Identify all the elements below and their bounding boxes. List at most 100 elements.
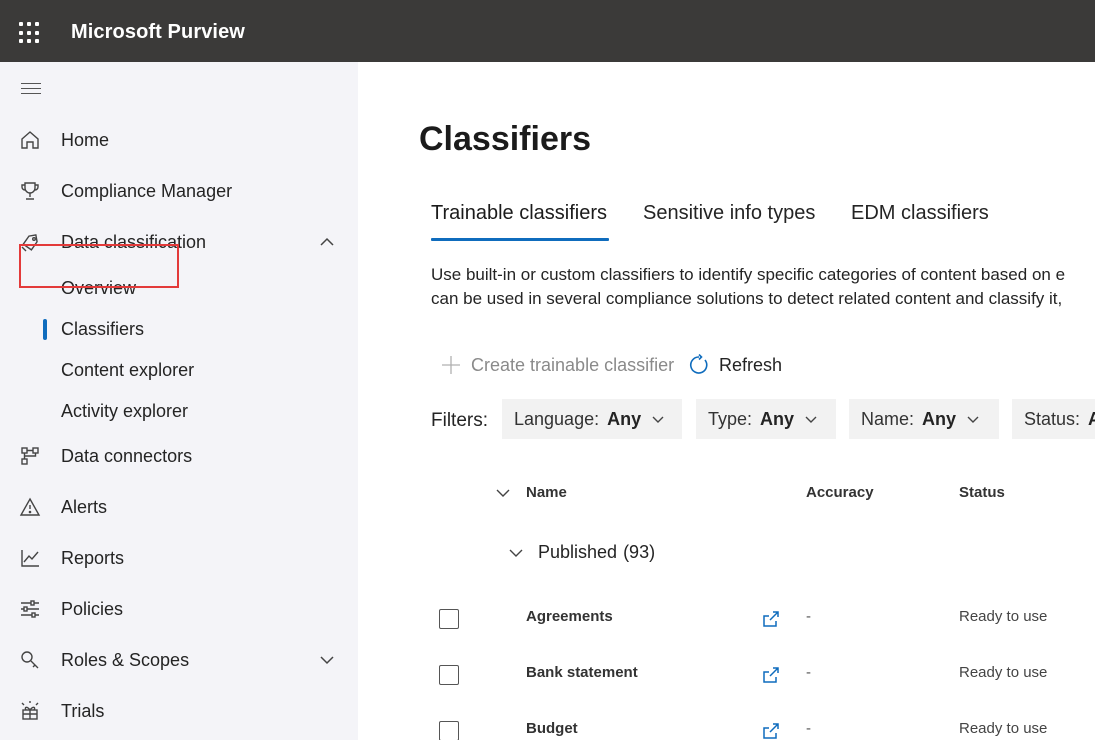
page-title: Classifiers — [419, 120, 591, 158]
open-external-icon[interactable] — [761, 609, 781, 629]
row-checkbox[interactable] — [439, 665, 459, 685]
nav-item-home[interactable]: Home — [0, 120, 358, 160]
chart-icon — [21, 550, 39, 567]
classifier-status: Ready to use — [959, 608, 1048, 625]
sliders-icon — [21, 600, 39, 618]
description-line: Use built-in or custom classifiers to id… — [431, 265, 1066, 284]
active-tab-indicator — [431, 238, 609, 241]
trophy-icon — [21, 182, 39, 200]
sub-item-overview[interactable]: Overview — [0, 270, 358, 306]
nav-item-label: Data classification — [61, 231, 207, 252]
chevron-up-icon[interactable] — [318, 233, 336, 251]
refresh-button[interactable]: Refresh — [688, 351, 782, 379]
sub-item-label: Overview — [61, 278, 137, 298]
create-trainable-classifier-button[interactable]: Create trainable classifier — [440, 351, 674, 379]
filters-label: Filters: — [431, 410, 488, 431]
filter-value: Any — [760, 408, 795, 429]
filter-name: Name: — [861, 408, 915, 429]
tab-trainable-classifiers[interactable]: Trainable classifiers — [431, 202, 607, 225]
nav-item-label: Data connectors — [61, 445, 193, 466]
sub-item-classifiers[interactable]: Classifiers — [0, 311, 358, 347]
table-row[interactable]: Budget - Ready to use — [358, 708, 1095, 740]
classifier-status: Ready to use — [959, 720, 1048, 737]
nav-item-alerts[interactable]: Alerts — [0, 487, 358, 527]
chevron-down-icon — [652, 416, 664, 423]
group-label: Published — [538, 542, 618, 562]
group-header-published[interactable]: Published (93) — [508, 542, 655, 563]
nav-item-label: Alerts — [61, 496, 108, 517]
table-row[interactable]: Agreements - Ready to use — [358, 596, 1095, 652]
classifier-name[interactable]: Budget — [526, 720, 578, 737]
nav-item-label: Roles & Scopes — [61, 649, 190, 670]
sub-item-label: Classifiers — [61, 319, 145, 339]
column-header-accuracy[interactable]: Accuracy — [806, 484, 874, 501]
classifier-status: Ready to use — [959, 664, 1048, 681]
filter-name: Language: — [514, 408, 600, 429]
chevron-down-icon — [509, 549, 523, 557]
open-external-icon[interactable] — [761, 721, 781, 740]
sub-item-label: Activity explorer — [61, 401, 189, 421]
filter-type[interactable]: Type: Any — [696, 399, 836, 439]
main-content: Classifiers Trainable classifiers Sensit… — [358, 62, 1095, 740]
classifier-name[interactable]: Agreements — [526, 608, 613, 625]
page-description: Use built-in or custom classifiers to id… — [431, 263, 1095, 311]
nav-item-label: Policies — [61, 598, 124, 619]
nav-item-label: Compliance Manager — [61, 180, 233, 201]
tab-sensitive-info-types[interactable]: Sensitive info types — [643, 202, 815, 225]
column-header-status[interactable]: Status — [959, 484, 1005, 501]
open-external-icon[interactable] — [761, 665, 781, 685]
sort-chevron-icon[interactable] — [495, 485, 511, 501]
home-icon — [21, 131, 39, 149]
chevron-down-icon — [805, 416, 817, 423]
trials-icon — [21, 701, 39, 720]
filter-name: Status: — [1024, 408, 1081, 429]
filter-value: A — [1088, 408, 1095, 429]
app-title[interactable]: Microsoft Purview — [71, 21, 245, 44]
connector-icon — [21, 447, 39, 465]
classifier-accuracy: - — [806, 664, 811, 681]
nav-item-roles-scopes[interactable]: Roles & Scopes — [0, 640, 358, 680]
nav-item-label: Home — [61, 129, 110, 150]
classifier-accuracy: - — [806, 720, 811, 737]
row-checkbox[interactable] — [439, 721, 459, 740]
left-navigation: Home Compliance Manager Data classificat… — [0, 62, 358, 740]
description-line: can be used in several compliance soluti… — [431, 289, 1063, 308]
filter-status[interactable]: Status: A — [1012, 399, 1095, 439]
group-count: (93) — [623, 542, 656, 562]
selected-indicator — [43, 319, 47, 340]
classifier-name[interactable]: Bank statement — [526, 664, 638, 681]
tab-edm-classifiers[interactable]: EDM classifiers — [851, 202, 989, 225]
nav-item-policies[interactable]: Policies — [0, 589, 358, 629]
sub-item-activity-explorer[interactable]: Activity explorer — [0, 393, 358, 429]
column-header-name[interactable]: Name — [526, 484, 567, 501]
create-button-label: Create trainable classifier — [471, 354, 675, 375]
nav-item-label: Trials — [61, 700, 105, 721]
nav-item-compliance-manager[interactable]: Compliance Manager — [0, 171, 358, 211]
top-bar: Microsoft Purview — [0, 0, 1095, 62]
row-checkbox[interactable] — [439, 609, 459, 629]
nav-item-label: Reports — [61, 547, 125, 568]
filter-value: Any — [607, 408, 642, 429]
refresh-icon — [689, 354, 708, 374]
nav-item-data-classification[interactable]: Data classification — [0, 222, 358, 262]
nav-item-data-connectors[interactable]: Data connectors — [0, 436, 358, 476]
filter-name: Type: — [708, 408, 753, 429]
filter-value: Any — [922, 408, 957, 429]
filter-language[interactable]: Language: Any — [502, 399, 682, 439]
sub-item-content-explorer[interactable]: Content explorer — [0, 352, 358, 388]
plus-icon — [442, 356, 460, 374]
nav-item-reports[interactable]: Reports — [0, 538, 358, 578]
classifier-accuracy: - — [806, 608, 811, 625]
chevron-down-icon — [967, 416, 979, 423]
nav-item-trials[interactable]: Trials — [0, 691, 358, 731]
app-launcher-icon[interactable] — [19, 22, 41, 44]
refresh-button-label: Refresh — [719, 354, 783, 375]
chevron-down-icon[interactable] — [318, 651, 336, 669]
collapse-nav-icon[interactable] — [21, 83, 41, 95]
warning-icon — [19, 497, 41, 516]
filter-name-filter[interactable]: Name: Any — [849, 399, 999, 439]
sub-item-label: Content explorer — [61, 360, 195, 380]
tag-icon — [21, 234, 38, 252]
table-row[interactable]: Bank statement - Ready to use — [358, 652, 1095, 708]
key-search-icon — [21, 651, 39, 669]
